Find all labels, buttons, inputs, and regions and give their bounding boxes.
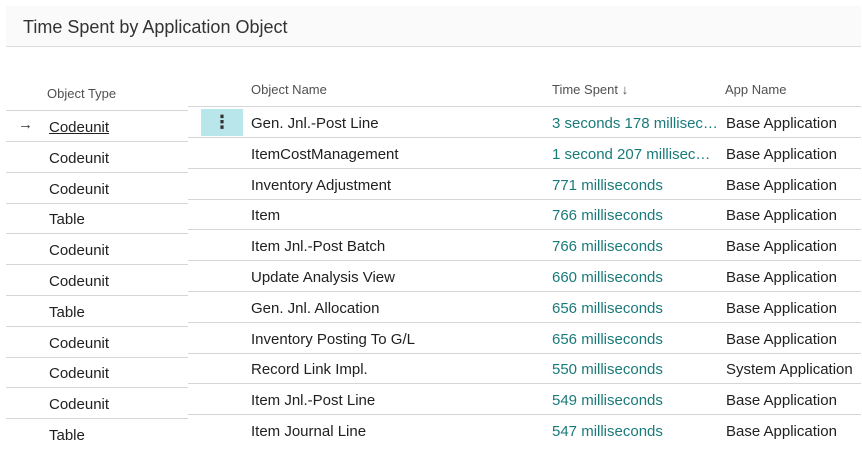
app-name-cell: Base Application <box>726 299 837 317</box>
object-name-cell: Item <box>251 207 281 225</box>
table-row[interactable]: ItemCostManagement 1 second 207 milliseco… <box>188 138 861 169</box>
object-type-row[interactable]: Codeunit <box>6 265 188 296</box>
object-type-row[interactable]: Codeunit <box>6 234 188 266</box>
object-type-row[interactable]: Table <box>6 419 188 442</box>
app-name-cell: Base Application <box>726 392 837 410</box>
object-name-cell: Item Jnl.-Post Batch <box>251 238 386 256</box>
app-name-cell: Base Application <box>726 330 837 348</box>
object-type-cell: Codeunit <box>49 242 110 260</box>
time-spent-cell[interactable]: 766 milliseconds <box>552 238 718 255</box>
app-name-cell: Base Application <box>726 115 837 132</box>
app-name-cell: Base Application <box>726 269 837 286</box>
object-type-row[interactable]: Codeunit <box>6 357 188 389</box>
current-row-arrow-icon: → <box>18 116 33 133</box>
object-type-cell: Table <box>49 303 85 321</box>
time-spent-cell[interactable]: 656 milliseconds <box>552 331 718 348</box>
content-area: Object Type → Codeunit Codeunit Codeunit Tab… <box>6 47 861 442</box>
time-spent-cell[interactable]: 771 milliseconds <box>552 177 718 194</box>
app-name-cell: System Application <box>726 361 853 379</box>
table-row[interactable]: Item Journal Line 547 milliseconds Base Ap… <box>188 415 861 442</box>
table-row[interactable]: Record Link Impl. 550 milliseconds System … <box>188 353 861 385</box>
page-title: Time Spent by Application Object <box>23 17 288 37</box>
object-type-cell: Codeunit <box>49 334 110 352</box>
table-row[interactable]: Item Jnl.-Post Batch 766 milliseconds Base… <box>188 230 861 262</box>
column-header-object-name[interactable]: Object Name <box>251 82 327 97</box>
app-name-cell: Base Application <box>726 423 837 440</box>
table-header: Object Name Time Spent ↓ App Name <box>188 47 861 107</box>
time-spent-cell[interactable]: 660 milliseconds <box>552 269 718 286</box>
title-bar: Time Spent by Application Object <box>6 6 861 47</box>
table-row[interactable]: Item Jnl.-Post Line 549 milliseconds Base … <box>188 384 861 416</box>
time-spent-cell[interactable]: 656 milliseconds <box>552 300 718 317</box>
app-name-cell: Base Application <box>726 145 837 163</box>
time-spent-cell[interactable]: 1 second 207 milliseco… <box>552 146 718 163</box>
object-type-cell[interactable]: Codeunit <box>49 119 109 136</box>
object-name-cell: Inventory Posting To G/L <box>251 330 415 348</box>
object-type-row[interactable]: Codeunit <box>6 327 188 358</box>
object-type-cell: Codeunit <box>49 149 110 167</box>
object-name-cell: Record Link Impl. <box>251 361 368 379</box>
object-type-cell: Codeunit <box>49 365 110 383</box>
time-spent-cell[interactable]: 550 milliseconds <box>552 361 718 378</box>
table-row[interactable]: Update Analysis View 660 milliseconds Base… <box>188 261 861 292</box>
object-name-cell: Update Analysis View <box>251 269 395 286</box>
object-name-cell: Item Jnl.-Post Line <box>251 392 376 410</box>
object-type-cell: Codeunit <box>49 273 110 290</box>
object-name-cell: ItemCostManagement <box>251 145 399 163</box>
time-spent-cell[interactable]: 766 milliseconds <box>552 207 718 224</box>
column-header-object-type[interactable]: Object Type <box>47 86 116 101</box>
object-type-cell: Table <box>49 427 85 442</box>
object-name-cell: Inventory Adjustment <box>251 176 392 194</box>
table-row[interactable]: Inventory Adjustment 771 milliseconds Base… <box>188 169 861 200</box>
app-name-cell: Base Application <box>726 207 837 225</box>
table-row[interactable]: Inventory Posting To G/L 656 milliseconds… <box>188 323 861 354</box>
object-name-cell: Item Journal Line <box>251 423 367 440</box>
time-spent-cell[interactable]: 549 milliseconds <box>552 392 718 409</box>
app-name-cell: Base Application <box>726 238 837 256</box>
object-type-cell: Table <box>49 211 85 229</box>
page-frame: Time Spent by Application Object Object … <box>6 6 861 442</box>
object-type-row[interactable]: → Codeunit <box>6 111 188 142</box>
object-type-cell: Codeunit <box>49 396 110 414</box>
time-spent-cell[interactable]: 547 milliseconds <box>552 423 718 440</box>
time-spent-cell[interactable]: 3 seconds 178 millisec… <box>552 115 718 132</box>
table-row[interactable]: Item 766 milliseconds Base Application <box>188 199 861 231</box>
row-actions-kebab-icon[interactable]: ⋮ <box>201 109 243 136</box>
object-name-cell: Gen. Jnl.-Post Line <box>251 115 379 132</box>
table-row[interactable]: Gen. Jnl. Allocation 656 milliseconds Base… <box>188 292 861 323</box>
object-type-row[interactable]: Table <box>6 296 188 327</box>
left-list-header: Object Type <box>6 47 188 111</box>
object-type-row[interactable]: Codeunit <box>6 142 188 173</box>
object-type-cell: Codeunit <box>49 180 110 198</box>
object-name-cell: Gen. Jnl. Allocation <box>251 299 380 317</box>
object-type-row[interactable]: Codeunit <box>6 388 188 420</box>
object-type-row[interactable]: Codeunit <box>6 173 188 204</box>
table-row[interactable]: ⋮ Gen. Jnl.-Post Line 3 seconds 178 millis… <box>188 107 861 138</box>
object-type-row[interactable]: Table <box>6 203 188 235</box>
app-name-cell: Base Application <box>726 176 837 194</box>
column-header-app-name[interactable]: App Name <box>725 82 786 97</box>
column-header-time-spent[interactable]: Time Spent ↓ <box>552 82 628 97</box>
